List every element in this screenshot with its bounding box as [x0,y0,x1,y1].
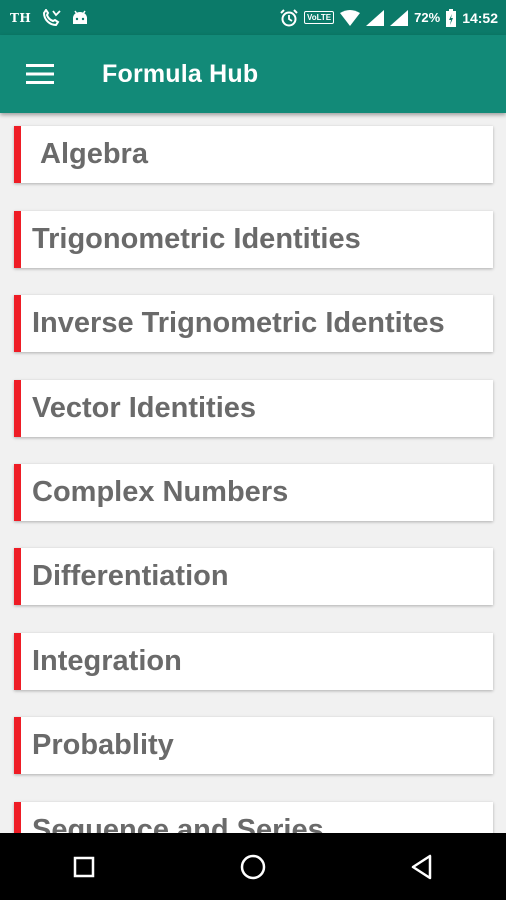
hamburger-menu-icon [26,63,54,85]
missed-call-icon [41,8,61,27]
menu-button[interactable] [20,54,60,94]
topic-label: Trigonometric Identities [32,223,361,255]
recents-button[interactable] [54,837,114,897]
navigation-bar [0,833,506,900]
volte-badge: VoLTE [304,11,335,24]
battery-percent: 72% [414,10,441,25]
topic-card-probability[interactable]: Probablity [14,717,493,774]
android-icon [71,10,89,26]
topic-card-integration[interactable]: Integration [14,633,493,690]
topic-label: Sequence and Series [32,814,324,833]
topic-label: Algebra [40,138,148,170]
app-bar: Formula Hub [0,35,506,113]
topic-card-complex-numbers[interactable]: Complex Numbers [14,464,493,521]
app-title: Formula Hub [102,59,259,88]
topic-label: Integration [32,645,182,677]
topic-card-vector-identities[interactable]: Vector Identities [14,380,493,437]
clock: 14:52 [462,9,498,26]
topic-card-differentiation[interactable]: Differentiation [14,548,493,605]
home-button[interactable] [223,837,283,897]
status-bar: TH VoLTE 72% 14:52 [0,0,506,35]
topic-card-algebra[interactable]: Algebra [14,126,493,183]
signal-icon [366,9,385,26]
topic-card-trigonometric-identities[interactable]: Trigonometric Identities [14,211,493,268]
home-circle-icon [239,853,267,881]
alarm-icon [280,8,298,27]
topic-list[interactable]: Algebra Trigonometric Identities Inverse… [0,113,506,833]
carrier-label: TH [10,10,32,25]
topic-label: Probablity [32,729,174,761]
topic-label: Differentiation [32,560,229,592]
recents-square-icon [73,856,95,878]
topic-label: Vector Identities [32,392,257,424]
battery-charging-icon [446,8,457,27]
signal-icon-2 [390,9,409,26]
wifi-icon [340,9,361,26]
topic-card-inverse-trigonometric[interactable]: Inverse Trignometric Identites [14,295,493,352]
back-button[interactable] [392,837,452,897]
topic-label: Complex Numbers [32,476,289,508]
back-triangle-icon [410,854,434,880]
topic-card-sequence-series[interactable]: Sequence and Series [14,802,493,833]
topic-label: Inverse Trignometric Identites [32,307,445,339]
